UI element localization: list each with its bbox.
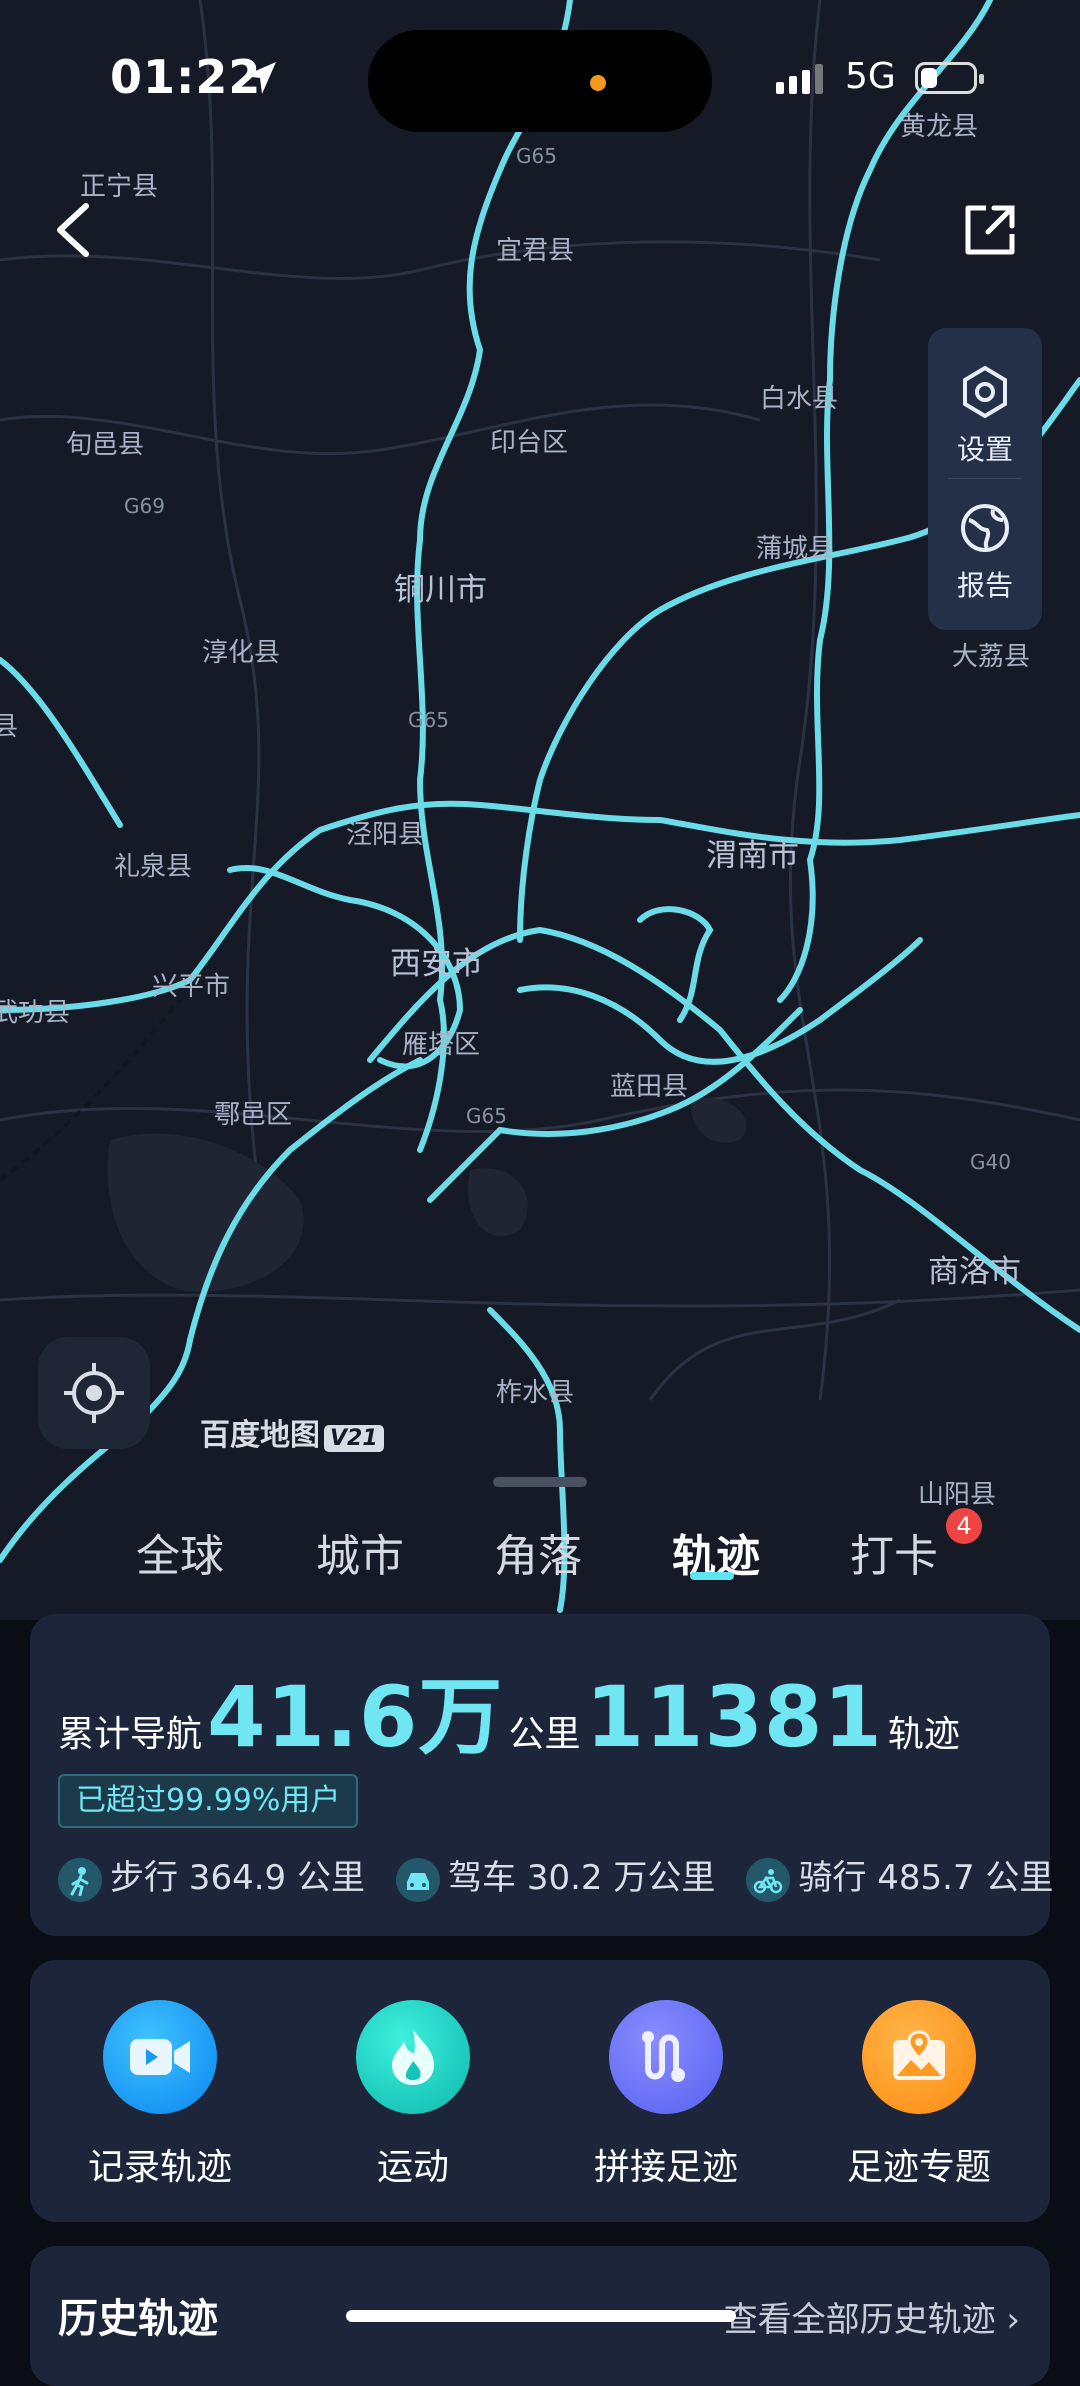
share-button[interactable] — [960, 200, 1020, 260]
gear-icon — [963, 365, 1007, 419]
rank-badge: 已超过99.99%用户 — [58, 1774, 359, 1828]
logo-version: V21 — [324, 1425, 384, 1452]
place-label: 泾阳县 — [346, 820, 425, 850]
place-label: 西安市 — [390, 946, 483, 982]
place-label: 大荔县 — [952, 642, 1031, 672]
tab-checkin[interactable]: 打卡 — [850, 1520, 938, 1584]
checkin-badge: 4 — [946, 1508, 982, 1544]
view-all-history-link[interactable]: 查看全部历史轨迹 › — [724, 2292, 1020, 2341]
place-label: 渭南市 — [706, 838, 799, 874]
car-icon — [396, 1857, 441, 1902]
home-indicator[interactable] — [346, 2310, 736, 2322]
distance-unit: 公里 — [508, 1714, 581, 1755]
video-camera-icon — [103, 2000, 217, 2114]
functions-card: 记录轨迹 运动 拼接足迹 足迹专题 — [30, 1960, 1050, 2222]
globe-icon — [961, 504, 1009, 552]
place-label: 商洛市 — [928, 1254, 1021, 1290]
bike-icon — [746, 1857, 791, 1902]
tab-corner[interactable]: 角落 — [494, 1520, 582, 1584]
map-logo: 百度地图 V21 — [200, 1410, 384, 1454]
place-label: 铜川市 — [394, 572, 487, 608]
place-label: 印台区 — [490, 428, 569, 458]
ride-stat: 骑行 485.7 公里 — [746, 1850, 1053, 1902]
chevron-right-icon: › — [1006, 2300, 1020, 2340]
total-stats: 累计导航 41.6万 公里 11381 轨迹 — [58, 1650, 960, 1771]
place-label: 柞水县 — [496, 1378, 575, 1408]
status-bar: 01:22 5G — [0, 0, 1080, 140]
road-label: G65 — [466, 1104, 507, 1128]
place-label: 礼泉县 — [114, 852, 193, 882]
place-label: 蓝田县 — [610, 1072, 689, 1102]
place-label: 兴平市 — [152, 972, 231, 1002]
network-type: 5G — [845, 56, 896, 97]
report-label: 报告 — [956, 569, 1013, 602]
tab-city[interactable]: 城市 — [316, 1520, 404, 1584]
sport-label: 运动 — [376, 2147, 449, 2188]
walk-text: 步行 364.9 公里 — [110, 1858, 365, 1898]
view-all-history-text: 查看全部历史轨迹 — [723, 2300, 996, 2340]
drag-handle[interactable] — [493, 1477, 587, 1487]
route-icon — [609, 2000, 723, 2114]
location-arrow-icon — [244, 62, 276, 94]
settings-label: 设置 — [956, 433, 1013, 466]
record-track-label: 记录轨迹 — [87, 2147, 232, 2188]
history-title: 历史轨迹 — [58, 2296, 218, 2342]
footprint-topic-label: 足迹专题 — [846, 2147, 991, 2188]
report-button[interactable]: 报告 — [928, 500, 1042, 604]
tab-bar: 全球 城市 角落 轨迹 打卡 — [0, 1500, 1080, 1610]
sport-button[interactable]: 运动 — [313, 2000, 513, 2190]
map-side-panel: 设置 报告 — [928, 328, 1042, 630]
place-label: 鄠邑区 — [214, 1100, 293, 1130]
total-nav-label: 累计导航 — [58, 1714, 203, 1755]
place-label: 蒲城县 — [756, 534, 835, 564]
logo-text: 百度地图 — [200, 1418, 320, 1453]
map-pin-photo-icon — [862, 2000, 976, 2114]
drive-text: 驾车 30.2 万公里 — [448, 1858, 716, 1898]
track-unit: 轨迹 — [887, 1714, 960, 1755]
walk-stat: 步行 364.9 公里 — [58, 1850, 365, 1902]
mode-stats: 步行 364.9 公里 驾车 30.2 万公里 骑行 485.7 公里 — [58, 1850, 1079, 1902]
signal-icon — [776, 64, 823, 94]
total-distance: 41.6万 — [207, 1668, 504, 1766]
place-label: 武功县 — [0, 998, 71, 1028]
road-label: G65 — [516, 144, 557, 168]
summary-card: 累计导航 41.6万 公里 11381 轨迹 已超过99.99%用户 步行 36… — [30, 1614, 1053, 1936]
stitch-footprint-label: 拼接足迹 — [593, 2147, 738, 2188]
place-label: 旬邑县 — [66, 430, 145, 460]
place-label: 正宁县 — [80, 172, 159, 202]
place-label: 宜君县 — [496, 236, 575, 266]
drive-stat: 驾车 30.2 万公里 — [396, 1850, 715, 1902]
clock: 01:22 — [110, 50, 262, 104]
back-button[interactable] — [50, 200, 100, 260]
battery-icon — [915, 62, 984, 94]
tab-global[interactable]: 全球 — [136, 1520, 224, 1584]
walk-icon — [58, 1857, 102, 1902]
road-label: G40 — [970, 1150, 1011, 1174]
place-label: 县 — [0, 712, 19, 742]
locate-button[interactable] — [38, 1337, 150, 1449]
ride-text: 骑行 485.7 公里 — [798, 1858, 1054, 1898]
active-tab-indicator — [690, 1572, 734, 1580]
place-label: 淳化县 — [202, 638, 281, 668]
track-map[interactable]: 黄龙县 正宁县 宜君县 白水县 旬邑县 印台区 蒲城县 铜川市 淳化县 大荔县 … — [0, 0, 1080, 1620]
record-track-button[interactable]: 记录轨迹 — [60, 2000, 260, 2190]
flame-icon — [356, 2000, 470, 2114]
footprint-topic-button[interactable]: 足迹专题 — [819, 2000, 1019, 2190]
track-count: 11381 — [585, 1668, 883, 1766]
dynamic-island — [368, 30, 712, 132]
road-label: G65 — [408, 708, 449, 732]
road-label: G69 — [124, 494, 165, 518]
stitch-footprint-button[interactable]: 拼接足迹 — [566, 2000, 766, 2190]
place-label: 雁塔区 — [402, 1030, 481, 1060]
settings-button[interactable]: 设置 — [928, 364, 1042, 468]
crosshair-icon — [64, 1363, 124, 1423]
place-label: 白水县 — [760, 384, 839, 414]
